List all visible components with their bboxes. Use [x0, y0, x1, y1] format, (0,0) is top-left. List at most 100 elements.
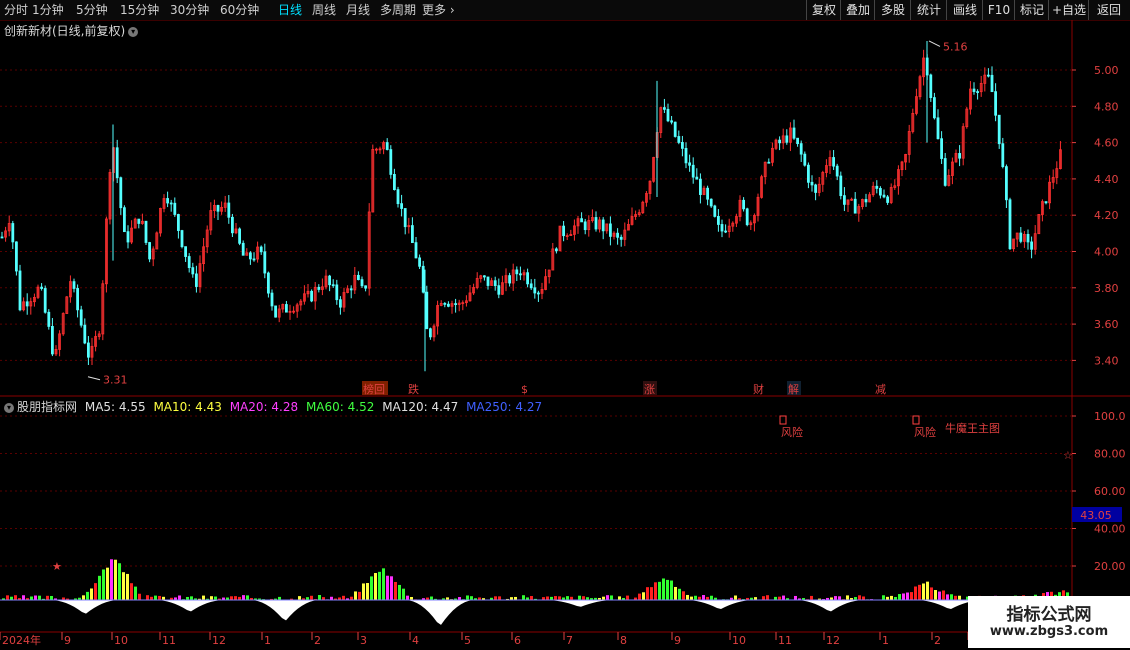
histogram-bar — [858, 595, 861, 600]
histogram-bar — [402, 588, 405, 600]
current-value-label: 43.05 — [1080, 509, 1112, 522]
histogram-bar — [554, 596, 557, 600]
histogram-bar — [318, 595, 321, 600]
histogram-bar — [942, 590, 945, 600]
candle-body — [943, 158, 947, 186]
candle-body — [677, 136, 681, 143]
candle-body — [310, 290, 314, 302]
candle-body — [958, 153, 961, 159]
histogram-bar — [694, 595, 697, 600]
candle-body — [1001, 143, 1005, 168]
histogram-bar — [86, 591, 89, 600]
histogram-bar — [214, 596, 217, 600]
chart-canvas[interactable]: 5.00 4.80 4.60 4.40 4.20 4.00 3.80 3.60 3.40 5.16… — [0, 0, 1130, 650]
candle-body — [392, 174, 396, 191]
candle-body — [994, 91, 997, 116]
candle-body — [443, 302, 447, 305]
histogram-bar — [914, 586, 917, 600]
candle-body — [990, 74, 994, 93]
histogram-bar — [398, 584, 401, 600]
histogram-bar — [494, 596, 497, 600]
candle-body — [663, 107, 666, 110]
histogram-bar — [30, 596, 33, 600]
candle-body — [814, 184, 817, 193]
histogram-bar — [34, 595, 37, 600]
candle-body — [126, 231, 130, 243]
high-label-leader — [928, 40, 941, 47]
histogram-bar — [642, 592, 645, 600]
histogram-bar — [762, 596, 765, 600]
x-tick-label: 10 — [114, 634, 128, 647]
histogram-bar — [102, 569, 105, 600]
candle-body — [583, 221, 587, 231]
candle-body — [853, 198, 857, 214]
histogram-bar — [94, 583, 97, 600]
event-label: 榜回 — [363, 382, 385, 396]
candle-body — [933, 97, 936, 119]
x-tick-label: 4 — [412, 634, 419, 647]
candle-body — [987, 74, 990, 77]
candle-body — [396, 189, 400, 205]
candle-body — [123, 207, 126, 233]
histogram-bar — [98, 575, 101, 600]
histogram-bar — [118, 563, 121, 600]
candle-body — [688, 162, 691, 166]
chevron-down-icon[interactable]: ▾ — [4, 402, 14, 413]
candle-body — [929, 74, 933, 98]
x-tick-label: 9 — [674, 634, 681, 647]
histogram-bar — [390, 576, 393, 600]
histogram-bar — [114, 559, 117, 600]
candle-body — [389, 149, 393, 175]
ma60-value: MA60: 4.52 — [305, 400, 375, 414]
candle-body — [47, 311, 51, 327]
candle-body — [796, 137, 799, 145]
histogram-bar — [374, 573, 377, 600]
candle-body — [1005, 166, 1008, 201]
candle-body — [601, 219, 605, 232]
candle-body — [0, 236, 4, 239]
negative-area — [250, 600, 320, 621]
histogram-bar — [846, 595, 849, 600]
candle-body — [807, 164, 810, 183]
candle-body — [25, 301, 29, 307]
candle-body — [331, 284, 335, 287]
candle-body — [176, 214, 180, 231]
candle-body — [497, 285, 501, 295]
price-tick-label: 4.20 — [1094, 209, 1119, 222]
candle-body — [803, 153, 807, 166]
candle-body — [180, 230, 184, 248]
candle-body — [191, 267, 195, 275]
candle-body — [137, 218, 141, 224]
candle-body — [335, 284, 339, 301]
histogram-bar — [618, 596, 621, 600]
ma20-value: MA20: 4.28 — [229, 400, 299, 414]
histogram-bar — [950, 594, 953, 600]
histogram-bar — [946, 594, 949, 600]
candle-body — [169, 202, 173, 205]
risk-marker — [912, 415, 920, 425]
candle-body — [684, 147, 688, 164]
x-tick-label: 11 — [162, 634, 176, 647]
x-tick-label: 6 — [514, 634, 521, 647]
candle-body — [529, 283, 533, 289]
histogram-bar — [654, 582, 657, 600]
candle-body — [338, 299, 342, 308]
brand-label: 牛魔王主图 — [945, 421, 1000, 435]
candle-body — [1008, 199, 1012, 250]
negative-area — [50, 600, 120, 614]
watermark-title: 指标公式网 — [1006, 605, 1092, 625]
candle-body — [403, 208, 407, 228]
candle-body — [400, 203, 404, 209]
histogram-bar — [122, 572, 125, 600]
candle-body — [594, 217, 598, 230]
histogram-bar — [930, 587, 933, 600]
candle-body — [799, 143, 803, 155]
candle-body — [706, 187, 709, 200]
candle-body — [76, 288, 79, 311]
candle-body — [410, 225, 414, 244]
candle-body — [835, 165, 839, 177]
low-price-label: 3.31 — [103, 374, 128, 387]
negative-area — [155, 600, 225, 612]
candle-body — [778, 139, 781, 144]
histogram-bar — [310, 595, 313, 600]
